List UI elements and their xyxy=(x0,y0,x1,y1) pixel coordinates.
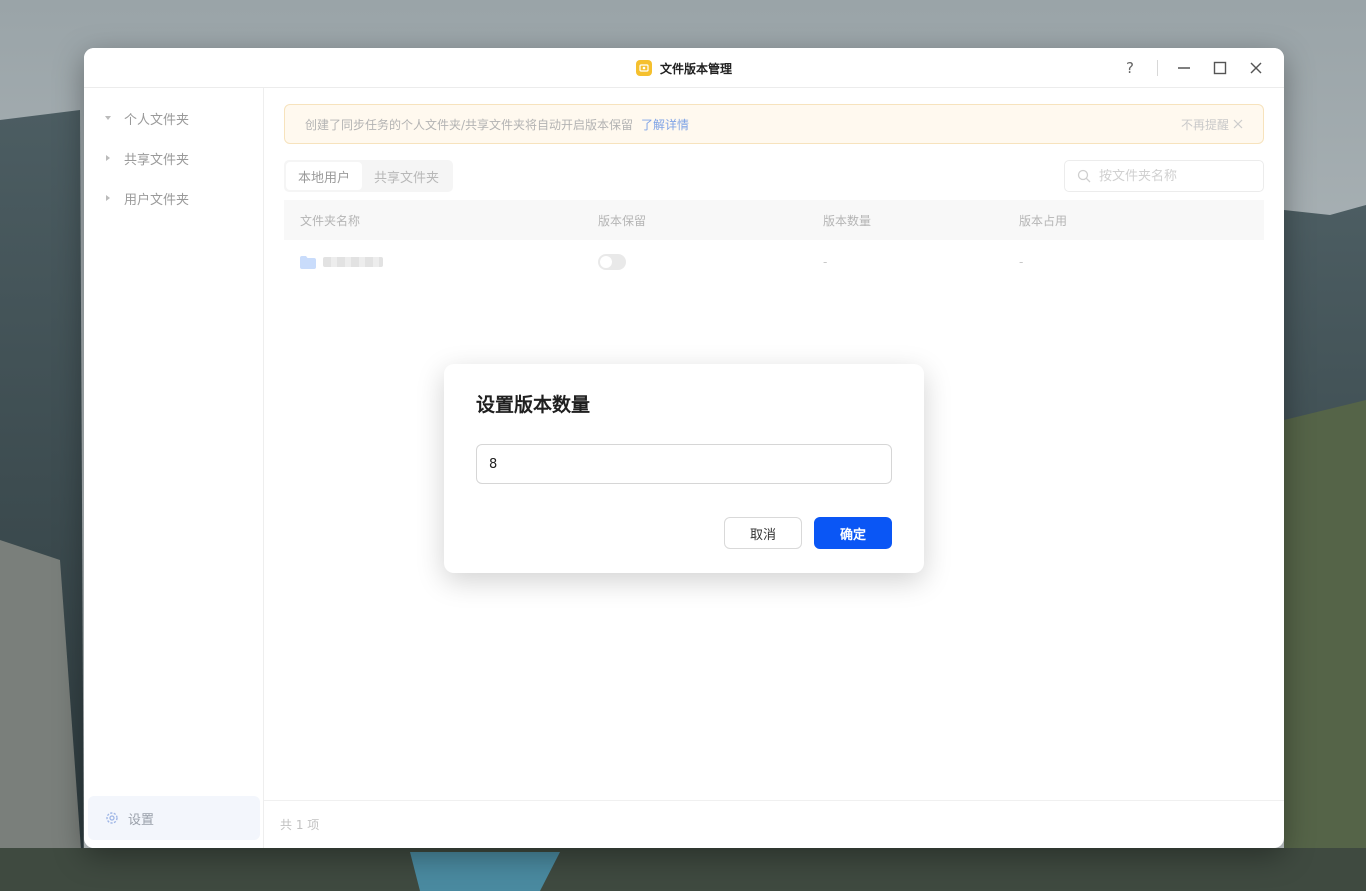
folder-name-redacted xyxy=(323,257,383,267)
caret-down-icon xyxy=(102,112,114,124)
version-usage-cell: - xyxy=(1019,255,1024,269)
cancel-button[interactable]: 取消 xyxy=(724,517,802,549)
search-box[interactable] xyxy=(1064,160,1264,192)
confirm-button[interactable]: 确定 xyxy=(814,517,892,549)
caret-right-icon xyxy=(102,152,114,164)
sidebar-item-user-folder[interactable]: 用户文件夹 xyxy=(84,178,263,218)
column-header-version-count[interactable]: 版本数量 xyxy=(823,212,1019,229)
sidebar-item-shared-folder[interactable]: 共享文件夹 xyxy=(84,138,263,178)
gear-icon xyxy=(106,812,118,824)
dialog-title: 设置版本数量 xyxy=(476,394,591,416)
svg-text:?: ? xyxy=(1126,60,1134,76)
close-icon[interactable] xyxy=(1246,58,1266,78)
app-icon xyxy=(635,60,652,76)
set-version-count-dialog: 设置版本数量 取消 确定 xyxy=(444,364,924,573)
sidebar: 个人文件夹 共享文件夹 用户文件夹 设置 xyxy=(84,88,264,848)
titlebar: 文件版本管理 ? xyxy=(84,48,1284,88)
total-count: 共 1 项 xyxy=(280,818,320,832)
folder-table: 文件夹名称 版本保留 版本数量 版本占用 - - xyxy=(284,200,1264,284)
dismiss-banner-button[interactable]: 不再提醒 xyxy=(1181,116,1243,133)
column-header-version-usage[interactable]: 版本占用 xyxy=(1019,212,1264,229)
search-input[interactable] xyxy=(1099,168,1249,184)
window-title: 文件版本管理 xyxy=(659,61,732,76)
settings-label: 设置 xyxy=(128,812,155,828)
sidebar-item-label: 共享文件夹 xyxy=(124,152,190,168)
caret-right-icon xyxy=(102,192,114,204)
banner-text: 创建了同步任务的个人文件夹/共享文件夹将自动开启版本保留 xyxy=(305,117,634,132)
learn-more-link[interactable]: 了解详情 xyxy=(641,116,689,133)
close-icon xyxy=(1233,119,1243,129)
folder-icon xyxy=(300,255,316,269)
view-tabs: 本地用户 共享文件夹 xyxy=(284,160,454,192)
search-icon xyxy=(1077,169,1091,183)
minimize-icon[interactable] xyxy=(1174,58,1194,78)
version-count-input[interactable] xyxy=(476,444,892,484)
maximize-icon[interactable] xyxy=(1210,58,1230,78)
version-count-cell: - xyxy=(823,255,828,269)
help-icon[interactable]: ? xyxy=(1121,58,1141,78)
column-header-retention[interactable]: 版本保留 xyxy=(598,212,823,229)
retention-toggle[interactable] xyxy=(598,254,626,270)
column-header-folder-name[interactable]: 文件夹名称 xyxy=(284,212,598,229)
sidebar-settings[interactable]: 设置 xyxy=(88,796,260,840)
info-banner: 创建了同步任务的个人文件夹/共享文件夹将自动开启版本保留 了解详情 不再提醒 xyxy=(284,104,1264,144)
tab-local-users[interactable]: 本地用户 xyxy=(286,162,363,190)
table-header: 文件夹名称 版本保留 版本数量 版本占用 xyxy=(284,200,1264,240)
dismiss-label: 不再提醒 xyxy=(1180,117,1229,132)
table-footer: 共 1 项 xyxy=(264,800,1284,848)
sidebar-item-personal-folder[interactable]: 个人文件夹 xyxy=(84,98,263,138)
sidebar-item-label: 用户文件夹 xyxy=(124,192,190,208)
titlebar-divider xyxy=(1157,60,1158,76)
sidebar-item-label: 个人文件夹 xyxy=(124,112,190,128)
table-row[interactable]: - - xyxy=(284,240,1264,284)
tab-shared-folders[interactable]: 共享文件夹 xyxy=(362,162,451,190)
